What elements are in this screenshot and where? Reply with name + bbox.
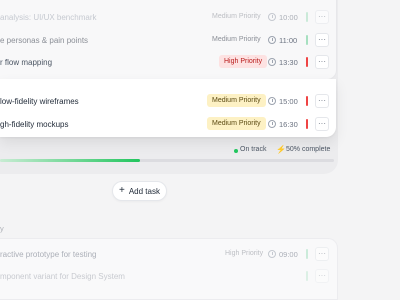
more-options-button[interactable]: ··· [315,10,329,24]
task-list-active: low-fidelity wireframes Medium Priority … [0,79,336,137]
progress-fill [0,159,141,162]
clock-icon [268,58,276,66]
task-row[interactable]: gh-fidelity mockups Medium Priority 16:3… [0,112,336,136]
add-task-label: Add task [128,186,160,196]
on-track-dot-icon [234,149,238,153]
task-row[interactable]: e personas & pain points Medium Priority… [0,28,336,52]
task-title: low-fidelity wireframes [0,96,79,106]
task-row[interactable]: r flow mapping High Priority 13:30 ··· [0,50,336,74]
on-track-label: On track [240,146,267,153]
status-bar [306,96,308,106]
lightning-icon: ⚡ [276,145,286,154]
task-row[interactable]: ractive prototype for testing High Prior… [0,242,337,266]
plus-icon: + [119,185,125,196]
task-title: gh-fidelity mockups [0,119,69,129]
completion-label: 50% complete [286,146,331,153]
task-title: ractive prototype for testing [0,249,97,259]
task-title: analysis: UI/UX benchmark [0,12,97,22]
task-list-secondary: ractive prototype for testing High Prior… [0,238,338,300]
clock-icon [268,97,276,105]
section-heading: y [0,224,4,233]
clock-icon [268,120,276,128]
add-task-button[interactable]: + Add task [112,181,167,201]
status-bar [306,119,308,129]
task-time: 15:00 [279,97,298,106]
task-time: 16:30 [279,120,298,129]
clock-icon [268,13,276,21]
more-options-button[interactable]: ··· [315,247,329,261]
task-time: 09:00 [279,250,298,259]
priority-badge: Medium Priority [207,94,266,107]
clock-icon [268,36,276,44]
more-options-button[interactable]: ··· [315,33,329,47]
status-bar [306,249,308,259]
more-options-button[interactable]: ··· [315,269,329,283]
task-row[interactable]: low-fidelity wireframes Medium Priority … [0,89,336,113]
progress-bar [0,159,334,162]
task-title: mponent variant for Design System [0,271,125,281]
status-bar [306,271,308,281]
task-row[interactable]: mponent variant for Design System ··· [0,264,337,288]
clock-icon [268,250,276,258]
task-title: e personas & pain points [0,35,89,45]
task-time: 10:00 [279,13,298,22]
priority-badge: Medium Priority [212,36,261,43]
task-title: r flow mapping [0,57,53,67]
priority-badge: High Priority [219,55,268,68]
priority-badge: High Priority [225,250,264,257]
priority-badge: Medium Priority [212,13,261,20]
task-time: 11:00 [279,36,298,45]
priority-badge: Medium Priority [207,117,266,130]
more-options-button[interactable]: ··· [315,94,329,108]
more-options-button[interactable]: ··· [315,55,329,69]
task-time: 13:30 [279,58,298,67]
task-row[interactable]: analysis: UI/UX benchmark Medium Priorit… [0,5,336,29]
task-list-collapsed: analysis: UI/UX benchmark Medium Priorit… [0,0,337,80]
status-bar [306,57,308,67]
status-bar [306,35,308,45]
status-bar [306,12,308,22]
more-options-button[interactable]: ··· [315,117,329,131]
